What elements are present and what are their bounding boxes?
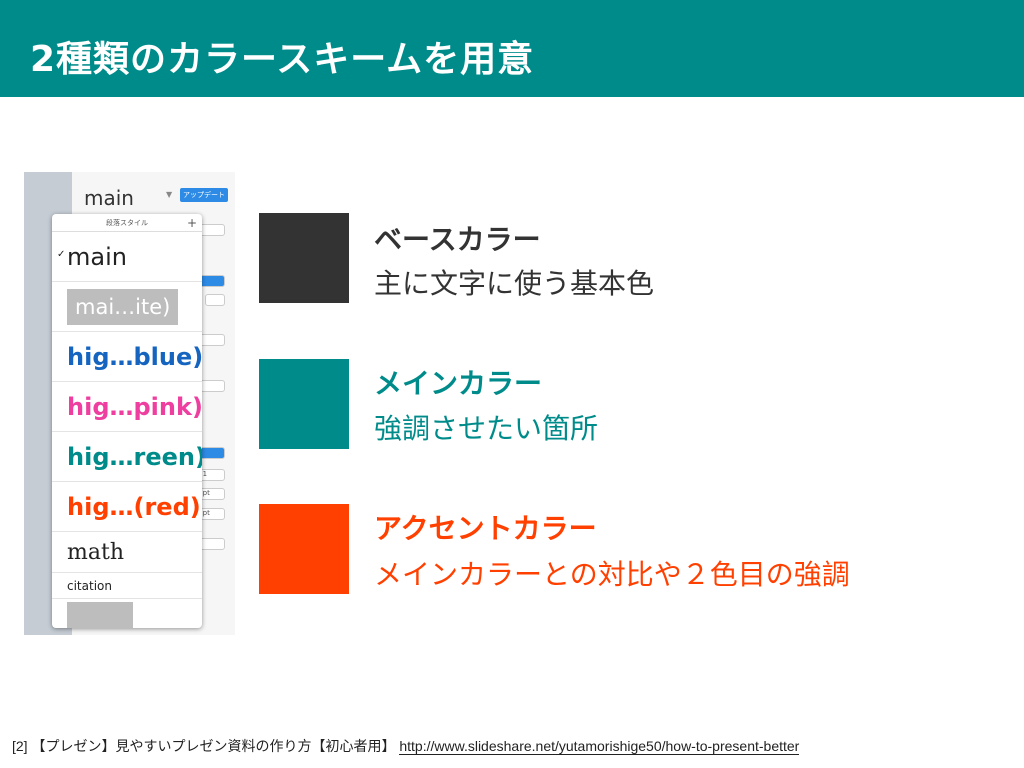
base-color-name: ベースカラー — [374, 223, 541, 256]
main-color-swatch — [259, 359, 349, 449]
style-item-green[interactable]: hig…reen) — [52, 432, 202, 482]
popup-header: 段落スタイル + — [52, 214, 202, 232]
style-item-main[interactable]: ✓ main — [52, 232, 202, 282]
accent-color-name: アクセントカラー — [374, 512, 597, 545]
add-style-button[interactable]: + — [187, 214, 197, 232]
main-color-desc: 強調させたい箇所 — [374, 412, 599, 445]
base-color-desc: 主に文字に使う基本色 — [374, 267, 655, 300]
current-style-name[interactable]: main — [84, 186, 134, 210]
footer-citation: [2] 【プレゼン】見やすいプレゼン資料の作り方【初心者用】 http://ww… — [12, 736, 800, 756]
accent-color-swatch — [259, 504, 349, 594]
style-item-blue[interactable]: hig…blue) — [52, 332, 202, 382]
popup-title: 段落スタイル — [106, 219, 148, 227]
base-color-swatch — [259, 213, 349, 303]
style-item-red[interactable]: hig…(red) — [52, 482, 202, 532]
header-bar: 2種類のカラースキームを用意 — [0, 0, 1024, 97]
reference-text: [2] 【プレゼン】見やすいプレゼン資料の作り方【初心者用】 — [12, 738, 396, 754]
style-item-title[interactable] — [52, 599, 202, 628]
style-item-pink[interactable]: hig…pink) — [52, 382, 202, 432]
style-item-math[interactable]: math — [52, 532, 202, 573]
style-item-main-white[interactable]: mai…ite) — [52, 282, 202, 332]
update-button[interactable]: アップデート — [180, 188, 228, 202]
accent-color-desc: メインカラーとの対比や２色目の強調 — [374, 558, 850, 591]
main-color-name: メインカラー — [374, 367, 543, 400]
style-label: citation — [67, 578, 112, 593]
paragraph-style-popup: 段落スタイル + ✓ main mai…ite) hig…blue) hig…pi… — [52, 214, 202, 628]
style-item-citation[interactable]: citation — [52, 573, 202, 599]
style-label: main — [67, 242, 127, 271]
style-label: hig…(red) — [67, 492, 201, 521]
style-label: math — [67, 539, 124, 565]
app-screenshot: 1.1 0 pt 0 pt main ▼ アップデート 段落スタイル + ✓ma… — [24, 172, 235, 635]
style-label: mai…ite) — [67, 288, 179, 325]
slide-title: 2種類のカラースキームを用意 — [30, 39, 535, 80]
dropdown-icon[interactable]: ▼ — [166, 190, 172, 199]
style-label: hig…blue) — [67, 342, 202, 371]
reference-link[interactable]: http://www.slideshare.net/yutamorishige5… — [399, 738, 800, 755]
style-label: hig…reen) — [67, 442, 202, 471]
style-label: hig…pink) — [67, 392, 202, 421]
checkmark-icon: ✓ — [57, 249, 66, 260]
